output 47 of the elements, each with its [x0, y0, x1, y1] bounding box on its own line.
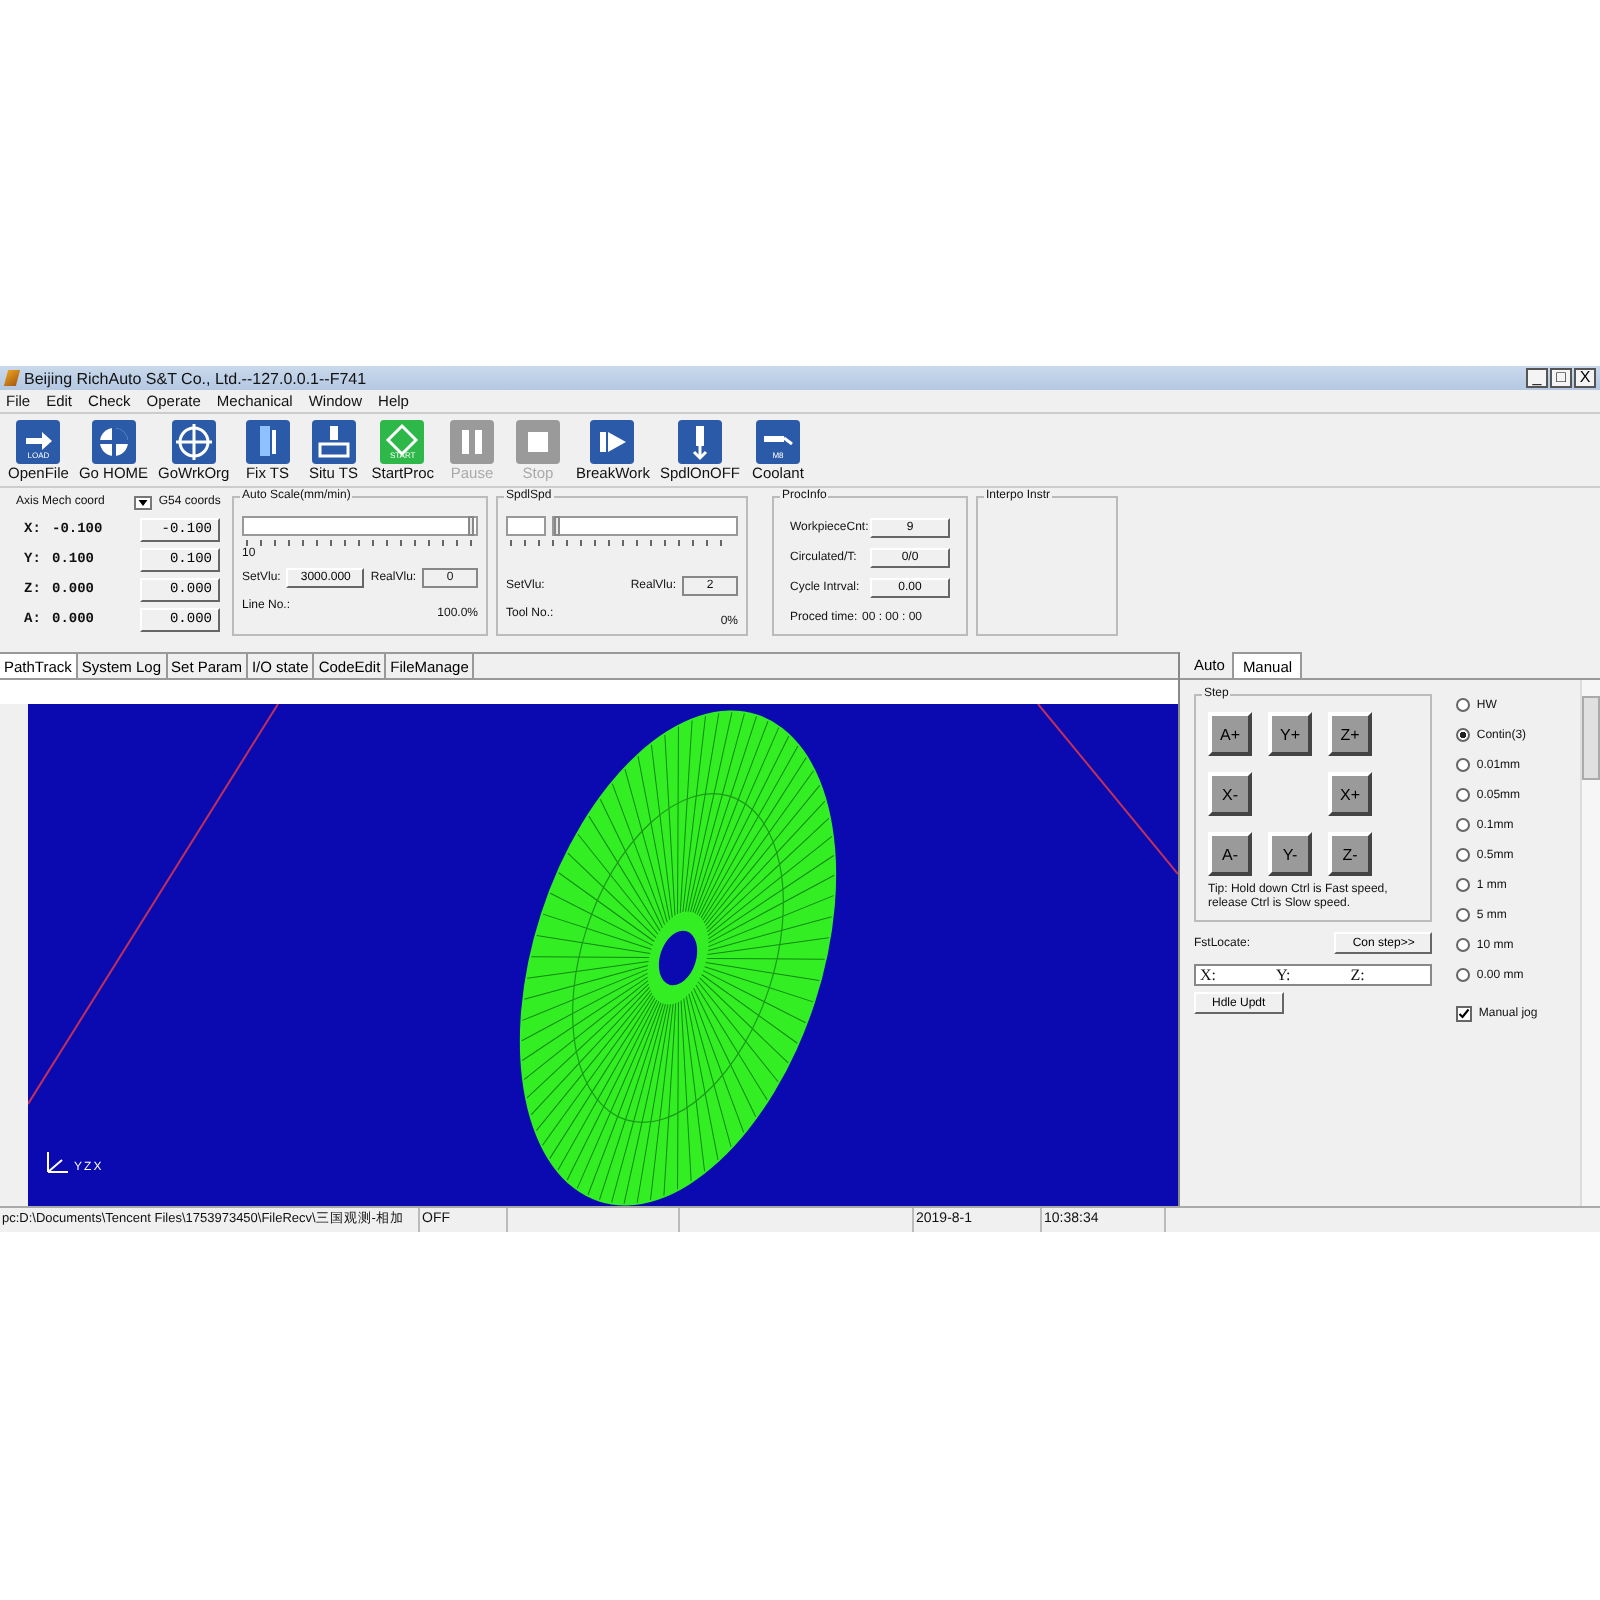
- close-button[interactable]: X: [1574, 368, 1596, 388]
- load-icon: [16, 420, 61, 464]
- radio-button[interactable]: [1456, 818, 1471, 832]
- slider-track[interactable]: [242, 516, 478, 536]
- value-field[interactable]: [506, 516, 546, 536]
- radio-button[interactable]: [1456, 728, 1471, 742]
- stop-icon: [516, 420, 560, 464]
- jog-button[interactable]: A+: [1208, 712, 1252, 756]
- origin-icon: [171, 420, 216, 464]
- jog-button[interactable]: Y+: [1268, 712, 1312, 756]
- axis-label: X:: [1200, 966, 1216, 984]
- jog-button[interactable]: Z+: [1328, 712, 1372, 756]
- spindle-icon: [677, 420, 722, 464]
- jog-button[interactable]: X-: [1208, 772, 1252, 816]
- jog-button[interactable]: X+: [1328, 772, 1372, 816]
- radio-button[interactable]: [1456, 968, 1471, 982]
- radio-button[interactable]: [1456, 908, 1471, 922]
- slider-track[interactable]: [552, 516, 738, 536]
- slider-thumb[interactable]: [468, 516, 474, 536]
- radio-button[interactable]: [1456, 878, 1471, 892]
- axis-label: Z:: [1350, 966, 1365, 984]
- scrollbar[interactable]: [1580, 680, 1600, 1206]
- start-icon: [380, 420, 425, 464]
- jog-button[interactable]: Y-: [1268, 832, 1312, 876]
- scrollbar-thumb[interactable]: [1582, 696, 1600, 780]
- coolant-icon: [755, 420, 800, 464]
- coordinate-field[interactable]: X: Y: Z:: [1194, 964, 1433, 986]
- jog-button[interactable]: Z-: [1328, 832, 1372, 876]
- radio-button[interactable]: [1456, 758, 1471, 772]
- radio-button[interactable]: [1456, 938, 1471, 952]
- slider-thumb[interactable]: [554, 516, 560, 536]
- caret-icon: [138, 499, 149, 505]
- breakwork-icon: [590, 420, 635, 464]
- home-icon: [91, 420, 136, 464]
- checkbox[interactable]: [1456, 1005, 1473, 1021]
- window-title: Beijing RichAuto S&T Co., Ltd.--127.0.0.1--F741: [24, 369, 369, 387]
- app-logo-icon: [3, 370, 21, 386]
- maximize-button[interactable]: □: [1550, 368, 1572, 388]
- radio-button[interactable]: [1456, 848, 1471, 862]
- minimize-button[interactable]: _: [1526, 368, 1548, 388]
- axis-triad-icon: [44, 1150, 72, 1174]
- dropdown-button[interactable]: [134, 495, 153, 509]
- jog-button[interactable]: A-: [1208, 832, 1252, 876]
- radio-button[interactable]: [1456, 788, 1471, 802]
- pause-icon: [450, 420, 494, 464]
- axis-label: Y:: [1276, 966, 1291, 984]
- radio-button[interactable]: [1456, 698, 1471, 712]
